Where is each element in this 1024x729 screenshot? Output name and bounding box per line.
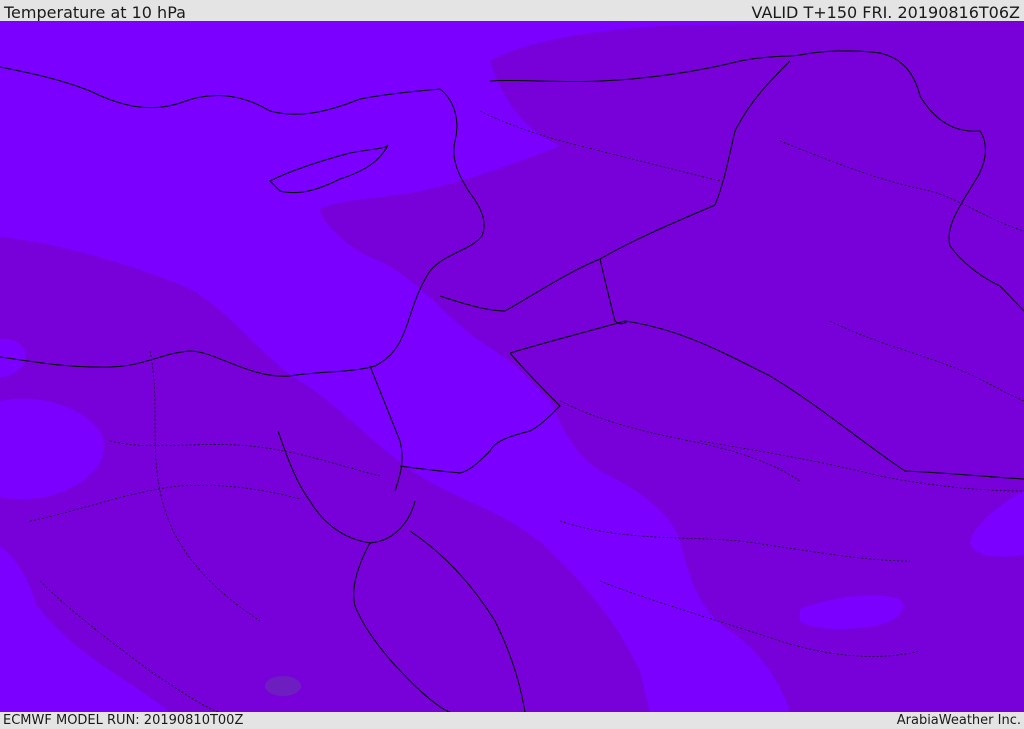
cold-spot — [265, 676, 301, 696]
footer-bar: ECMWF MODEL RUN: 20190810T00Z ArabiaWeat… — [0, 712, 1024, 729]
valid-time-label: VALID T+150 FRI. 20190816T06Z — [751, 2, 1020, 22]
credit-label: ArabiaWeather Inc. — [896, 713, 1021, 728]
map-title: Temperature at 10 hPa — [4, 2, 186, 22]
map-svg — [0, 21, 1024, 712]
header-bar: Temperature at 10 hPa VALID T+150 FRI. 2… — [0, 0, 1024, 22]
model-run-label: ECMWF MODEL RUN: 20190810T00Z — [3, 713, 244, 728]
weather-map[interactable] — [0, 21, 1024, 712]
